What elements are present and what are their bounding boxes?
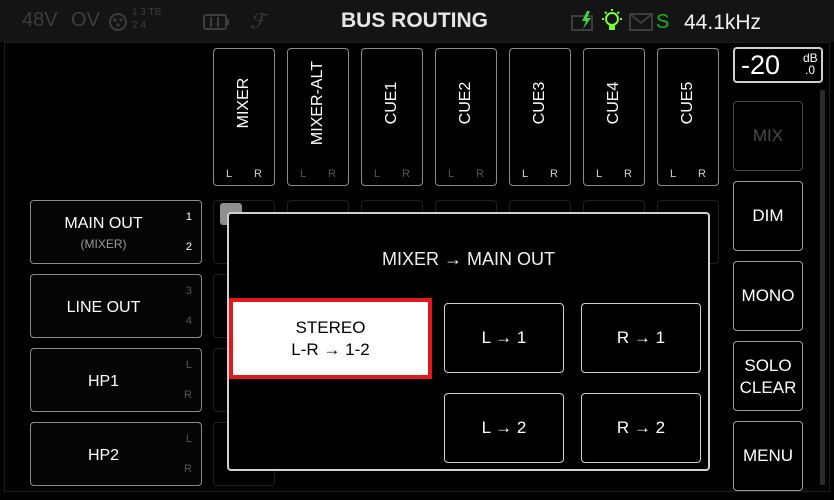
bus-column-cue5[interactable]: CUE5 L R — [657, 48, 719, 186]
dialog-title: MIXER → MAIN OUT — [381, 249, 555, 269]
message-icon — [629, 13, 653, 36]
output-row-source: (MIXER) — [80, 237, 127, 251]
clear-label: CLEAR — [739, 378, 797, 397]
page-title: BUS ROUTING — [341, 9, 488, 32]
output-channel-1: 1 — [185, 211, 192, 223]
status-s-indicator: S — [656, 11, 670, 33]
bus-column-label: CUE5 — [679, 81, 696, 125]
channel-l-label: L — [226, 168, 233, 180]
output-channel-1: 3 — [185, 285, 192, 297]
output-row-main-out[interactable]: MAIN OUT (MIXER) 1 2 — [30, 200, 202, 264]
channel-r-label: R — [402, 168, 410, 180]
stereo-label: STEREO — [295, 317, 366, 337]
output-channel-2: R — [184, 463, 192, 475]
channel-r-label: R — [550, 168, 558, 180]
output-row-hp2[interactable]: HP2 L R — [30, 422, 202, 486]
bus-column-cue1[interactable]: CUE1 L R — [361, 48, 423, 186]
channel-l-label: L — [448, 168, 455, 180]
channel-r-label: R — [476, 168, 484, 180]
channel-l-label: L — [300, 168, 307, 180]
sample-rate: 44.1kHz — [684, 11, 762, 34]
output-channel-2: 2 — [185, 241, 192, 253]
route-r-to-1-button[interactable]: R → 1 — [581, 303, 701, 373]
route-l-to-1-button[interactable]: L → 1 — [444, 303, 564, 373]
top-status-bar: 48V OV 1 3 TB 2 4 ℱ BUS ROUTING S 44.1kH… — [0, 0, 834, 42]
battery-icon — [202, 12, 230, 37]
output-channel-2: R — [184, 389, 192, 401]
output-channel-1: L — [185, 359, 192, 371]
output-row-hp1[interactable]: HP1 L R — [30, 348, 202, 412]
dim-button[interactable]: DIM — [733, 181, 803, 251]
bus-column-cue2[interactable]: CUE2 L R — [435, 48, 497, 186]
channel-r-label: R — [624, 168, 632, 180]
level-unit-fraction: .0 — [805, 63, 816, 77]
solo-clear-button[interactable]: SOLO CLEAR — [733, 341, 803, 411]
bus-column-mixer-alt[interactable]: MIXER-ALT L R — [287, 48, 349, 186]
stereo-mapping: L-R → 1-2 — [291, 339, 370, 359]
mix-button[interactable]: MIX — [733, 101, 803, 171]
scrollbar[interactable] — [820, 90, 825, 485]
level-value: -20 — [741, 50, 781, 80]
bus-column-label: MIXER — [235, 77, 252, 129]
lightbulb-icon — [599, 8, 625, 39]
bus-column-label: CUE1 — [383, 81, 400, 125]
output-row-line-out[interactable]: LINE OUT 3 4 — [30, 274, 202, 338]
bus-column-label: CUE2 — [457, 81, 474, 125]
stereo-route-button[interactable]: STEREO L-R → 1-2 — [229, 298, 432, 379]
phantom-indicator: 48V — [22, 9, 58, 31]
output-channel-1: L — [185, 433, 192, 445]
output-row-name: HP2 — [87, 447, 120, 464]
route-l-to-2-button[interactable]: L → 2 — [444, 393, 564, 463]
channel-l-label: L — [596, 168, 603, 180]
bus-column-label: CUE4 — [605, 81, 622, 125]
script-f-icon: ℱ — [250, 9, 266, 33]
menu-button[interactable]: MENU — [733, 421, 803, 491]
output-row-name: HP1 — [87, 373, 120, 390]
channel-r-label: R — [328, 168, 336, 180]
input-numbers-top: 1 3 TB — [132, 7, 162, 18]
channel-r-label: R — [698, 168, 706, 180]
charging-icon — [571, 10, 599, 37]
level-display[interactable]: -20 dB .0 — [733, 47, 823, 83]
bus-column-cue4[interactable]: CUE4 L R — [583, 48, 645, 186]
mono-button[interactable]: MONO — [733, 261, 803, 331]
channel-l-label: L — [374, 168, 381, 180]
solo-label: SOLO — [744, 356, 792, 375]
output-channel-2: 4 — [185, 315, 192, 327]
bus-column-mixer[interactable]: MIXER L R — [213, 48, 275, 186]
output-row-name: MAIN OUT — [64, 215, 143, 232]
channel-l-label: L — [670, 168, 677, 180]
channel-r-label: R — [254, 168, 262, 180]
overload-indicator: OV — [71, 9, 100, 31]
channel-l-label: L — [522, 168, 529, 180]
route-r-to-2-button[interactable]: R → 2 — [581, 393, 701, 463]
bus-column-label: CUE3 — [531, 81, 548, 125]
bus-column-cue3[interactable]: CUE3 L R — [509, 48, 571, 186]
bus-column-label: MIXER-ALT — [309, 60, 326, 146]
input-numbers-bottom: 2 4 — [132, 20, 146, 31]
output-row-name: LINE OUT — [66, 299, 141, 316]
input-selector-icon — [108, 12, 128, 37]
